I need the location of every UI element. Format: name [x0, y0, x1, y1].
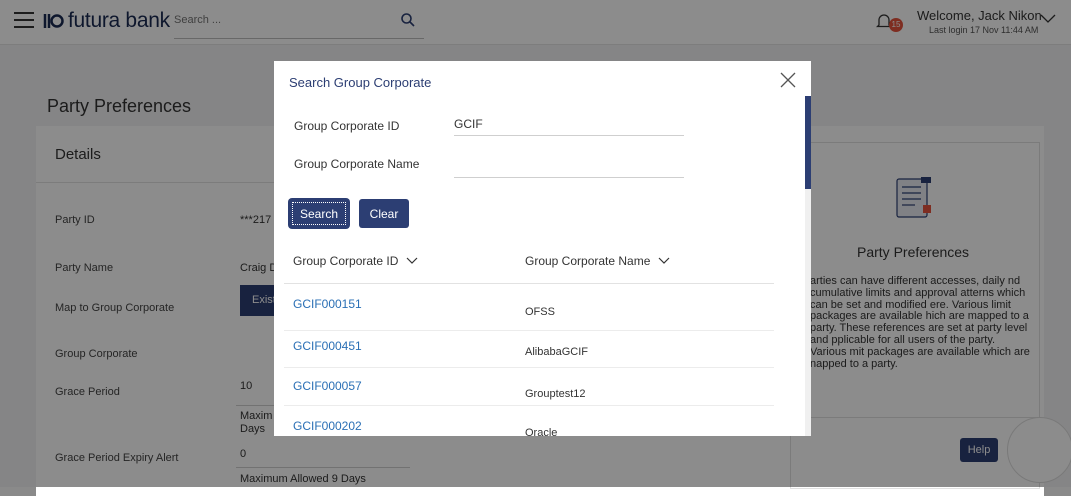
modal-scroll-thumb[interactable] — [805, 96, 811, 189]
column-header-id[interactable]: Group Corporate ID — [293, 254, 418, 268]
search-group-corporate-modal: Search Group Corporate Group Corporate I… — [274, 61, 811, 436]
modal-title: Search Group Corporate — [289, 75, 432, 90]
column-header-name-label: Group Corporate Name — [525, 254, 651, 268]
column-header-name[interactable]: Group Corporate Name — [525, 254, 670, 268]
group-corporate-id-label: Group Corporate ID — [294, 119, 400, 133]
chevron-down-icon — [658, 257, 670, 264]
divider — [284, 405, 774, 406]
group-corporate-name-input[interactable] — [454, 155, 684, 178]
group-corporate-name-label: Group Corporate Name — [294, 157, 420, 171]
result-name: Grouptest12 — [525, 388, 586, 400]
result-name: AlibabaGCIF — [525, 346, 588, 358]
column-header-id-label: Group Corporate ID — [293, 254, 399, 268]
close-icon[interactable] — [779, 71, 797, 89]
result-id-link[interactable]: GCIF000202 — [293, 419, 362, 433]
result-id-link[interactable]: GCIF000151 — [293, 297, 362, 311]
clear-button[interactable]: Clear — [359, 199, 409, 228]
group-corporate-id-input[interactable] — [454, 113, 684, 136]
result-id-link[interactable]: GCIF000451 — [293, 339, 362, 353]
divider — [284, 283, 774, 284]
search-button[interactable]: Search — [289, 199, 349, 228]
divider — [284, 330, 774, 331]
chevron-down-icon — [406, 257, 418, 264]
result-name: OFSS — [525, 306, 555, 318]
page-background: futura bank 15 Welcome, Jack Nikon Last … — [0, 0, 1071, 496]
result-name: Oracle — [525, 427, 558, 436]
divider — [284, 367, 774, 368]
result-id-link[interactable]: GCIF000057 — [293, 379, 362, 393]
